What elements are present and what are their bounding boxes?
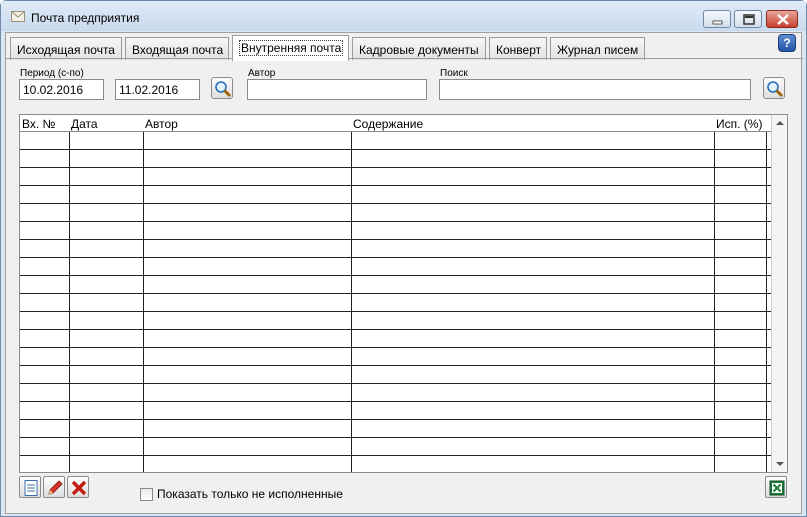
table-row[interactable] xyxy=(20,294,772,312)
maximize-button[interactable] xyxy=(734,10,762,28)
envelope-icon xyxy=(11,11,25,22)
show-unfinished-checkbox[interactable] xyxy=(140,488,153,501)
minimize-button[interactable] xyxy=(703,10,731,28)
search-button[interactable] xyxy=(763,77,785,99)
export-excel-button[interactable] xyxy=(765,476,787,498)
document-icon xyxy=(24,480,38,496)
close-icon xyxy=(777,14,789,25)
tab-envelope[interactable]: Конверт xyxy=(489,37,547,60)
tab-label: Внутренняя почта xyxy=(239,40,344,56)
table-row[interactable] xyxy=(20,384,772,402)
table-row[interactable] xyxy=(20,240,772,258)
table-row[interactable] xyxy=(20,276,772,294)
tab-divider xyxy=(6,58,803,59)
author-field[interactable] xyxy=(247,79,427,100)
tab-incoming-mail[interactable]: Входящая почта xyxy=(125,37,229,60)
column-header-author[interactable]: Автор xyxy=(143,115,351,132)
date-to-field[interactable] xyxy=(115,79,200,100)
search-field[interactable] xyxy=(439,79,751,100)
table-row[interactable] xyxy=(20,402,772,420)
period-search-button[interactable] xyxy=(211,77,233,99)
edit-button[interactable] xyxy=(43,476,65,498)
table-row[interactable] xyxy=(20,348,772,366)
table-row[interactable] xyxy=(20,204,772,222)
title-bar[interactable]: Почта предприятия xyxy=(1,1,806,31)
mail-table[interactable]: Вх. № Дата Автор Содержание Исп. (%) xyxy=(19,114,788,473)
red-x-icon xyxy=(71,480,87,496)
column-divider xyxy=(69,132,70,472)
table-row[interactable] xyxy=(20,456,772,472)
column-divider xyxy=(714,132,715,472)
main-window: Почта предприятия Исходящая почта Входящ… xyxy=(0,0,807,517)
table-row[interactable] xyxy=(20,312,772,330)
vertical-scrollbar[interactable] xyxy=(771,115,787,472)
table-row[interactable] xyxy=(20,222,772,240)
tab-label: Конверт xyxy=(496,43,542,57)
scroll-down-arrow-icon[interactable] xyxy=(776,462,784,466)
new-document-button[interactable] xyxy=(19,476,41,498)
author-label: Автор xyxy=(248,68,276,79)
table-header: Вх. № Дата Автор Содержание Исп. (%) xyxy=(20,115,772,132)
tab-outgoing-mail[interactable]: Исходящая почта xyxy=(10,37,122,60)
help-button[interactable]: ? xyxy=(778,34,796,52)
window-title: Почта предприятия xyxy=(31,11,140,25)
table-row[interactable] xyxy=(20,186,772,204)
column-header-content[interactable]: Содержание xyxy=(351,115,714,132)
table-row[interactable] xyxy=(20,330,772,348)
tab-hr-documents[interactable]: Кадровые документы xyxy=(352,37,486,60)
tab-label: Входящая почта xyxy=(132,43,224,57)
tab-label: Кадровые документы xyxy=(359,43,479,57)
delete-button[interactable] xyxy=(67,476,89,498)
help-icon: ? xyxy=(783,36,791,50)
date-from-field[interactable] xyxy=(19,79,104,100)
minimize-icon xyxy=(712,20,723,25)
tab-label: Журнал писем xyxy=(557,43,639,57)
table-row[interactable] xyxy=(20,438,772,456)
tab-mail-log[interactable]: Журнал писем xyxy=(550,37,645,60)
table-row[interactable] xyxy=(20,258,772,276)
column-divider xyxy=(143,132,144,472)
table-row[interactable] xyxy=(20,420,772,438)
magnifier-icon xyxy=(767,81,784,98)
magnifier-icon xyxy=(215,81,232,98)
excel-icon xyxy=(769,480,785,496)
column-header-progress[interactable]: Исп. (%) xyxy=(714,115,772,132)
close-button[interactable] xyxy=(766,10,798,28)
table-row[interactable] xyxy=(20,168,772,186)
column-header-date[interactable]: Дата xyxy=(69,115,143,132)
show-unfinished-label: Показать только не исполненные xyxy=(157,487,343,501)
column-header-number[interactable]: Вх. № xyxy=(20,115,69,132)
tab-label: Исходящая почта xyxy=(17,43,115,57)
table-row[interactable] xyxy=(20,150,772,168)
column-divider xyxy=(351,132,352,472)
maximize-icon xyxy=(743,14,755,25)
client-area: Исходящая почта Входящая почта Внутрення… xyxy=(5,32,803,514)
table-row[interactable] xyxy=(20,366,772,384)
search-label: Поиск xyxy=(440,68,468,79)
tab-internal-mail[interactable]: Внутренняя почта xyxy=(232,35,349,61)
column-divider xyxy=(766,132,767,472)
scroll-up-arrow-icon[interactable] xyxy=(776,121,784,125)
table-row[interactable] xyxy=(20,132,772,150)
pencil-icon xyxy=(48,480,63,495)
period-label: Период (с-по) xyxy=(20,68,84,79)
